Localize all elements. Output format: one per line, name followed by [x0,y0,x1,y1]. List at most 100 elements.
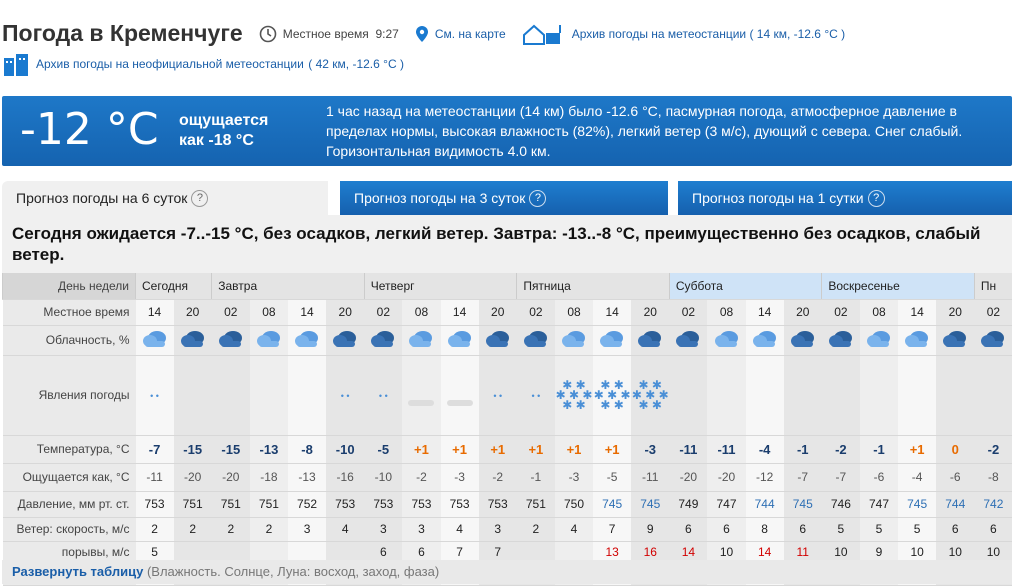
cloud-cell [440,325,479,356]
time-cell: 20 [478,299,517,326]
time-cell: 08 [707,299,746,326]
phenomena-cell: • • [478,355,517,436]
time-cell: 02 [516,299,555,326]
temp-cell: -8 [288,435,327,464]
light-snow-icon: • • [493,391,503,401]
archive-link[interactable]: Архив погоды на метеостанции ( 14 км, -1… [522,23,845,45]
snow-icon: ✱ ✱ ✱ ✱ ✱ ✱ ✱ [631,378,669,412]
row-label: Давление, мм рт. ст. [2,491,136,518]
feels-cell: -13 [288,463,327,492]
cloud-cell [631,325,670,356]
time-cell: 02 [821,299,860,326]
temp-cell: -13 [249,435,288,464]
expand-label[interactable]: Развернуть таблицу [12,564,143,579]
phenomena-cell: ✱ ✱ ✱ ✱ ✱ ✱ ✱ [554,355,594,436]
phenomena-cell: • • [326,355,365,436]
cloud-icon [485,330,509,347]
help-icon[interactable]: ? [191,189,209,207]
temp-cell: +1 [440,435,479,464]
phenomena-cell [249,355,288,436]
row-label: Местное время [2,299,136,326]
time-cell: 20 [326,299,365,326]
local-time-value: 9:27 [375,26,399,41]
pressure-cell: 753 [326,491,365,518]
wind-cell: 3 [402,517,441,542]
temp-row: Температура, °C -7 -15 -15 -13 -8 -10 -5 +1 +1 +1 +… [2,435,1013,464]
day-header: Завтра [211,273,365,300]
cloud-icon [447,330,471,347]
cloud-icon [638,330,662,347]
current-description: 1 час назад на метеостанции (14 км) было… [326,103,963,159]
cloud-icon [409,330,433,347]
temp-cell: -3 [631,435,670,464]
wind-cell: 3 [478,517,517,542]
row-label: Ветер: скорость, м/с [2,517,136,542]
expand-table[interactable]: Развернуть таблицу (Влажность. Солнце, Л… [2,560,1012,584]
tab-1-day[interactable]: Прогноз погоды на 1 сутки? [678,181,1012,215]
temp-cell: +1 [593,435,632,464]
pressure-cell: 753 [135,491,174,518]
map-link-label[interactable]: См. на карте [435,27,506,41]
feels-cell: -7 [783,463,822,492]
tab-3-days[interactable]: Прогноз погоды на 3 суток? [340,181,668,215]
wind-cell: 2 [211,517,250,542]
map-link[interactable]: См. на карте [415,25,506,43]
cloud-cell [478,325,517,356]
feels-cell: -1 [516,463,555,492]
cloud-cell [402,325,441,356]
cloud-icon [180,330,204,347]
tab-6-days[interactable]: Прогноз погоды на 6 суток? [2,181,328,215]
pressure-row: Давление, мм рт. ст. 753 751 751 751 752 753 75… [2,491,1013,518]
wind-cell: 3 [364,517,403,542]
feels-cell: -2 [478,463,517,492]
phenomena-cell [936,355,975,436]
feels-cell: -3 [440,463,479,492]
pressure-cell: 746 [821,491,860,518]
unofficial-link-label[interactable]: Архив погоды на неофициальной метеостанц… [36,57,304,71]
pressure-cell: 751 [516,491,555,518]
cloud-icon [523,330,547,347]
phenomena-cell [669,355,708,436]
phenomena-cell [707,355,746,436]
forecast-summary: Сегодня ожидается -7..-15 °C, без осадко… [2,215,1012,273]
wind-cell: 4 [326,517,365,542]
help-icon[interactable]: ? [867,189,885,207]
row-label: Температура, °C [2,435,136,464]
tab-1-day-label: Прогноз погоды на 1 сутки [692,190,864,206]
cloud-cell [554,325,594,356]
weather-station-icon [522,24,561,45]
cloud-cell [173,325,212,356]
row-label: Ощущается как, °C [2,463,136,492]
phenomena-cell [898,355,937,436]
wind-cell: 2 [249,517,288,542]
wind-cell: 6 [669,517,708,542]
cloud-icon [828,330,852,347]
cloud-cell [783,325,822,356]
phenomena-cell [173,355,212,436]
cloud-icon [562,330,585,347]
cloud-icon [714,330,738,347]
time-cell: 08 [554,299,594,326]
unofficial-archive[interactable]: Архив погоды на неофициальной метеостанц… [2,52,404,76]
pressure-cell: 744 [936,491,975,518]
light-snow-icon: • • [531,391,541,401]
phenomena-cell [859,355,899,436]
feels-cell: -20 [707,463,746,492]
temp-cell: -2 [821,435,860,464]
temp-cell: -1 [859,435,899,464]
wind-cell: 6 [707,517,746,542]
archive-link-label[interactable]: Архив погоды на метеостанции [572,27,746,41]
wind-cell: 3 [288,517,327,542]
feels-cell: -5 [593,463,632,492]
feels-cell: -20 [211,463,250,492]
help-icon[interactable]: ? [529,189,547,207]
page-title: Погода в Кременчуге [2,20,243,46]
temp-cell: +1 [402,435,441,464]
buildings-icon [4,54,28,76]
row-label: День недели [2,273,136,300]
light-snow-icon: • • [340,391,350,401]
cloud-cell [288,325,327,356]
time-cell: 20 [173,299,212,326]
phenomena-cell [288,355,327,436]
local-time-label: Местное время [282,26,369,41]
